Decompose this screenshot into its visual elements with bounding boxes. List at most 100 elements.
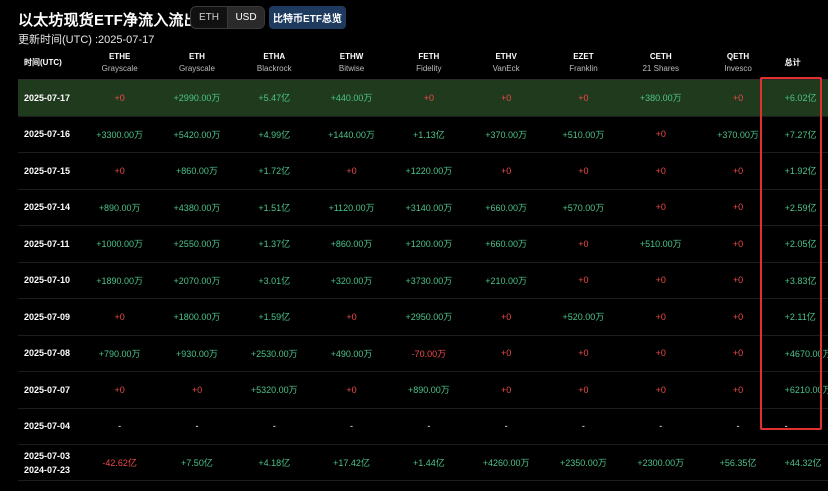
total-cell: +2.11亿: [784, 312, 816, 323]
cumulative-cell: +2300.00万: [637, 458, 685, 468]
flow-cell: +0: [732, 92, 744, 103]
column-header-ethe: ETHE Grayscale: [81, 52, 158, 73]
flow-cell: +660.00万: [485, 239, 528, 250]
flow-cell: +790.00万: [98, 348, 141, 359]
column-header-ceth: CETH 21 Shares: [622, 52, 699, 73]
flow-cell: +860.00万: [330, 239, 373, 250]
row-date: 2025-07-15: [24, 165, 71, 176]
flow-cell: +0: [732, 384, 744, 395]
cumulative-cell: +4260.00万: [482, 458, 530, 468]
flow-cell: +0: [578, 92, 589, 103]
flow-cell: +1.59亿: [258, 312, 291, 323]
flow-cell: +0: [655, 129, 666, 140]
cumulative-row[interactable]: 2025-07-03 2024-07-23 -42.62亿 +7.50亿 +4.18亿 +…: [18, 445, 828, 481]
flow-cell: +520.00万: [562, 312, 605, 323]
flow-cell: +210.00万: [485, 275, 528, 286]
flow-cell: +0: [114, 165, 125, 176]
flow-cell: +3730.00万: [405, 275, 453, 286]
table-row[interactable]: 2025-07-16 +3300.00万 +5420.00万 +4.99亿 +1440.…: [18, 117, 828, 153]
flow-cell: +0: [114, 311, 125, 322]
row-date: 2025-07-07: [24, 384, 71, 395]
row-date: 2025-07-10: [24, 275, 71, 286]
table-row[interactable]: 2025-07-14 +890.00万 +4380.00万 +1.51亿 +1120.0…: [18, 190, 828, 226]
btc-etf-overview-button[interactable]: 比特币ETF总览: [269, 6, 346, 29]
table-row[interactable]: 2025-07-10 +1890.00万 +2070.00万 +3.01亿 +320.0…: [18, 263, 828, 299]
column-ticker: ETHE: [108, 51, 131, 61]
flow-cell: +440.00万: [330, 93, 373, 104]
range-start-date: 2025-07-03: [24, 450, 71, 461]
flow-cell: +0: [732, 275, 744, 286]
flow-cell: +0: [655, 348, 666, 359]
flow-cell: +490.00万: [330, 348, 373, 359]
flow-cell: +2070.00万: [173, 275, 221, 286]
date-column-header: 时间(UTC): [24, 57, 62, 67]
flow-cell: +930.00万: [176, 348, 218, 359]
flow-cell: +0: [578, 275, 589, 286]
column-ticker: ETHA: [263, 51, 286, 61]
table-row[interactable]: 2025-07-11 +1000.00万 +2550.00万 +1.37亿 +860.0…: [18, 226, 828, 263]
table-row[interactable]: 2025-07-17 +0 +2990.00万 +5.47亿 +440.00万 +0 +0 +…: [18, 80, 828, 117]
flow-cell: +370.00万: [717, 129, 759, 140]
flow-cell: +0: [655, 311, 666, 322]
flow-cell: +510.00万: [639, 239, 682, 250]
flow-cell: -: [350, 421, 354, 432]
flow-cell: +0: [655, 165, 666, 176]
table-row[interactable]: 2025-07-04 - - - - - - - - - -: [18, 409, 828, 445]
column-header-etha: ETHA Blackrock: [236, 52, 313, 73]
total-cell: +1.92亿: [784, 166, 817, 177]
row-date: 2025-07-16: [24, 129, 71, 140]
flow-cell: -: [427, 421, 431, 432]
flow-cell: +0: [501, 384, 512, 395]
flow-cell: +1.13亿: [412, 129, 445, 140]
table-row[interactable]: 2025-07-07 +0 +0 +5320.00万 +0 +890.00万 +0 +0 +0 +…: [18, 372, 828, 409]
total-cell: -: [784, 421, 788, 432]
table-row[interactable]: 2025-07-09 +0 +1800.00万 +1.59亿 +0 +2950.00万 +0…: [18, 299, 828, 336]
column-issuer: Bitwise: [338, 63, 365, 73]
column-issuer: Franklin: [569, 63, 598, 73]
range-end-date: 2024-07-23: [24, 464, 71, 475]
cumulative-cell: +56.35亿: [719, 458, 757, 468]
flow-cell: +5320.00万: [250, 385, 298, 396]
column-ticker: ETHW: [339, 51, 364, 61]
usd-toggle-button[interactable]: USD: [227, 7, 264, 28]
column-ticker: FETH: [418, 51, 440, 61]
flow-cell: +2950.00万: [405, 312, 453, 323]
table-row[interactable]: 2025-07-15 +0 +860.00万 +1.72亿 +0 +1220.00万 +0 +…: [18, 153, 828, 190]
flow-cell: +0: [423, 92, 434, 103]
flow-cell: +4380.00万: [173, 202, 221, 213]
currency-toggle: ETH USD: [190, 6, 265, 29]
flow-cell: -: [195, 421, 199, 432]
table-header: 时间(UTC) ETHE Grayscale ETH Grayscale ETHA Bla…: [18, 45, 828, 80]
column-issuer: Grayscale: [178, 63, 215, 73]
row-date: 2025-07-17: [24, 92, 71, 103]
cumulative-cell: +17.42亿: [333, 458, 370, 468]
cumulative-date-range: 2025-07-03 2024-07-23: [18, 449, 81, 477]
flow-cell: +0: [501, 311, 512, 322]
flow-cell: +320.00万: [330, 275, 373, 286]
flow-cell: +1890.00万: [96, 275, 144, 286]
flow-cell: +0: [655, 384, 666, 395]
flow-cell: +890.00万: [98, 202, 141, 213]
flow-cell: +0: [191, 384, 203, 395]
flow-cell: +4.99亿: [258, 129, 291, 140]
flow-cell: +1.37亿: [258, 239, 291, 250]
flow-cell: -: [736, 421, 740, 432]
flow-cell: +2990.00万: [173, 93, 221, 104]
flow-cell: +0: [732, 311, 744, 322]
flow-cell: +860.00万: [176, 166, 218, 177]
column-issuer: VanEck: [492, 63, 520, 73]
column-issuer: Blackrock: [256, 63, 292, 73]
flow-cell: +3300.00万: [96, 129, 144, 140]
flow-cell: +0: [732, 165, 744, 176]
flow-cell: +0: [655, 275, 666, 286]
flow-cell: +1000.00万: [96, 239, 144, 250]
table-row[interactable]: 2025-07-08 +790.00万 +930.00万 +2530.00万 +490.…: [18, 336, 828, 372]
flow-cell: +890.00万: [407, 385, 450, 396]
flow-cell: -70.00万: [411, 348, 447, 359]
column-issuer: 21 Shares: [642, 63, 679, 73]
flow-cell: +380.00万: [639, 93, 682, 104]
eth-toggle-button[interactable]: ETH: [191, 7, 227, 28]
total-cell: +3.83亿: [784, 275, 817, 286]
flow-cell: +0: [732, 348, 744, 359]
flow-cell: +0: [732, 238, 744, 249]
